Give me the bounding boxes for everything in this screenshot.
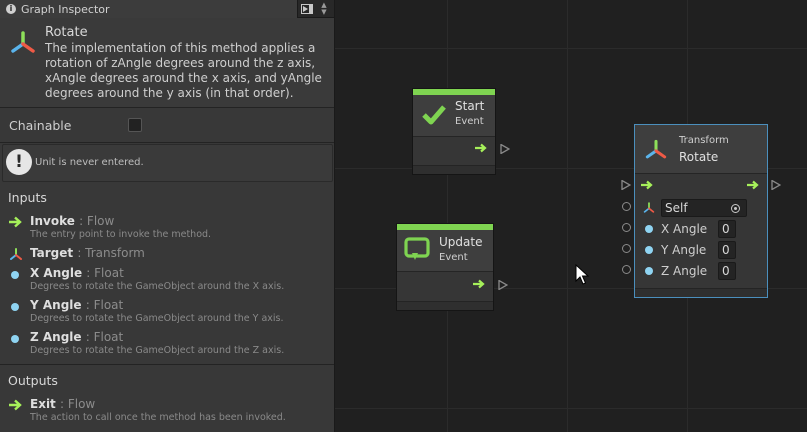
start-flow-output-port[interactable] — [500, 144, 510, 154]
y-angle-field-row: Y Angle 0 — [645, 241, 765, 259]
z-angle-field-row: Z Angle 0 — [645, 262, 765, 280]
unit-title: Rotate — [679, 150, 719, 164]
port-type: : Flow — [79, 214, 115, 228]
checkmark-icon — [422, 105, 446, 125]
loop-icon — [404, 237, 430, 260]
input-port-x-angle: X Angle : Float Degrees to rotate the Ga… — [8, 266, 328, 298]
float-dot-icon — [8, 331, 24, 345]
port-name: Target — [30, 246, 74, 260]
float-dot-icon — [645, 267, 653, 275]
flow-arrow-icon — [9, 399, 22, 411]
float-dot-icon — [645, 225, 653, 233]
chainable-checkbox[interactable] — [128, 118, 142, 132]
field-label: X Angle — [661, 222, 708, 236]
outputs-title: Outputs — [8, 373, 58, 388]
unit-subtitle: Event — [455, 116, 484, 127]
input-port-invoke: Invoke : Flow The entry point to invoke … — [8, 214, 328, 246]
port-name: Invoke — [30, 214, 75, 228]
port-description: Degrees to rotate the GameObject around … — [30, 313, 284, 324]
target-field-row: Self — [643, 199, 765, 217]
z-angle-input-port[interactable] — [622, 265, 631, 274]
field-label: Z Angle — [661, 264, 708, 278]
float-dot-icon — [645, 246, 653, 254]
tab-label: Graph Inspector — [21, 2, 110, 16]
chainable-label: Chainable — [9, 118, 72, 133]
divider — [0, 364, 334, 365]
flow-out-arrow-icon — [475, 143, 487, 153]
x-angle-input[interactable]: 0 — [718, 220, 736, 238]
unit-title: Update — [439, 235, 483, 249]
port-name: Z Angle — [30, 330, 82, 344]
tab-bar: i Graph Inspector ▲ ▼ — [0, 0, 334, 18]
rotate-flow-input-port[interactable] — [621, 180, 631, 190]
input-port-y-angle: Y Angle : Float Degrees to rotate the Ga… — [8, 298, 328, 330]
x-angle-field-row: X Angle 0 — [645, 220, 765, 238]
transform-icon — [645, 139, 667, 159]
port-name: Exit — [30, 397, 56, 411]
graph-canvas[interactable]: Start Event Update Event Transform Rotat… — [335, 0, 807, 432]
rotate-flow-output-port[interactable] — [771, 180, 781, 190]
transform-icon — [11, 31, 35, 53]
port-description: The entry point to invoke the method. — [30, 229, 212, 240]
float-dot-icon — [8, 299, 24, 313]
port-description: Degrees to rotate the GameObject around … — [30, 345, 285, 356]
target-object-field[interactable]: Self — [661, 199, 747, 217]
tab-menu-icon[interactable]: ▲ ▼ — [317, 0, 331, 18]
transform-icon — [10, 248, 22, 260]
flow-arrow-icon — [9, 216, 22, 228]
flow-out-arrow-icon — [473, 279, 485, 289]
z-angle-input[interactable]: 0 — [718, 262, 736, 280]
x-angle-input-port[interactable] — [622, 223, 631, 232]
method-description: The implementation of this method applie… — [45, 41, 322, 100]
inputs-title: Inputs — [8, 190, 47, 205]
start-event-unit[interactable]: Start Event — [412, 88, 496, 175]
field-label: Y Angle — [661, 243, 707, 257]
warning-box: ! Unit is never entered. — [2, 144, 333, 182]
info-icon: i — [6, 4, 16, 14]
port-type: : Transform — [77, 246, 145, 260]
chainable-row: Chainable — [0, 109, 334, 143]
object-picker-icon[interactable] — [731, 204, 740, 213]
transform-icon — [643, 202, 655, 213]
port-type: : Float — [85, 330, 124, 344]
unit-title: Start — [455, 99, 485, 113]
pin-panel-icon[interactable] — [300, 2, 314, 16]
unit-subtitle: Event — [439, 252, 468, 263]
port-type: : Float — [85, 298, 124, 312]
flow-out-arrow-icon — [747, 180, 759, 190]
y-angle-input[interactable]: 0 — [718, 241, 736, 259]
target-input-port[interactable] — [622, 202, 631, 211]
port-type: : Flow — [59, 397, 96, 411]
y-angle-input-port[interactable] — [622, 244, 631, 253]
port-name: X Angle — [30, 266, 83, 280]
method-title: Rotate — [45, 25, 88, 40]
method-header: Rotate The implementation of this method… — [0, 18, 334, 108]
graph-inspector-panel: i Graph Inspector ▲ ▼ Rotate The implemen… — [0, 0, 335, 432]
float-dot-icon — [8, 267, 24, 281]
port-type: : Float — [86, 266, 124, 280]
update-flow-output-port[interactable] — [498, 280, 508, 290]
output-port-exit: Exit : Flow The action to call once the … — [8, 397, 328, 429]
warning-icon: ! — [6, 149, 32, 175]
update-event-unit[interactable]: Update Event — [396, 223, 494, 311]
input-port-z-angle: Z Angle : Float Degrees to rotate the Ga… — [8, 330, 328, 362]
target-value: Self — [665, 201, 688, 215]
transform-rotate-unit[interactable]: Transform Rotate Self X Angle 0 Y Angle … — [634, 124, 768, 298]
flow-in-arrow-icon — [641, 180, 653, 190]
mouse-cursor-icon — [575, 264, 589, 285]
port-description: Degrees to rotate the GameObject around … — [30, 281, 285, 292]
port-description: The action to call once the method has b… — [30, 412, 286, 423]
warning-text: Unit is never entered. — [35, 157, 144, 168]
tab-graph-inspector[interactable]: i Graph Inspector — [0, 0, 298, 18]
port-name: Y Angle — [30, 298, 82, 312]
unit-subtitle: Transform — [679, 135, 729, 146]
